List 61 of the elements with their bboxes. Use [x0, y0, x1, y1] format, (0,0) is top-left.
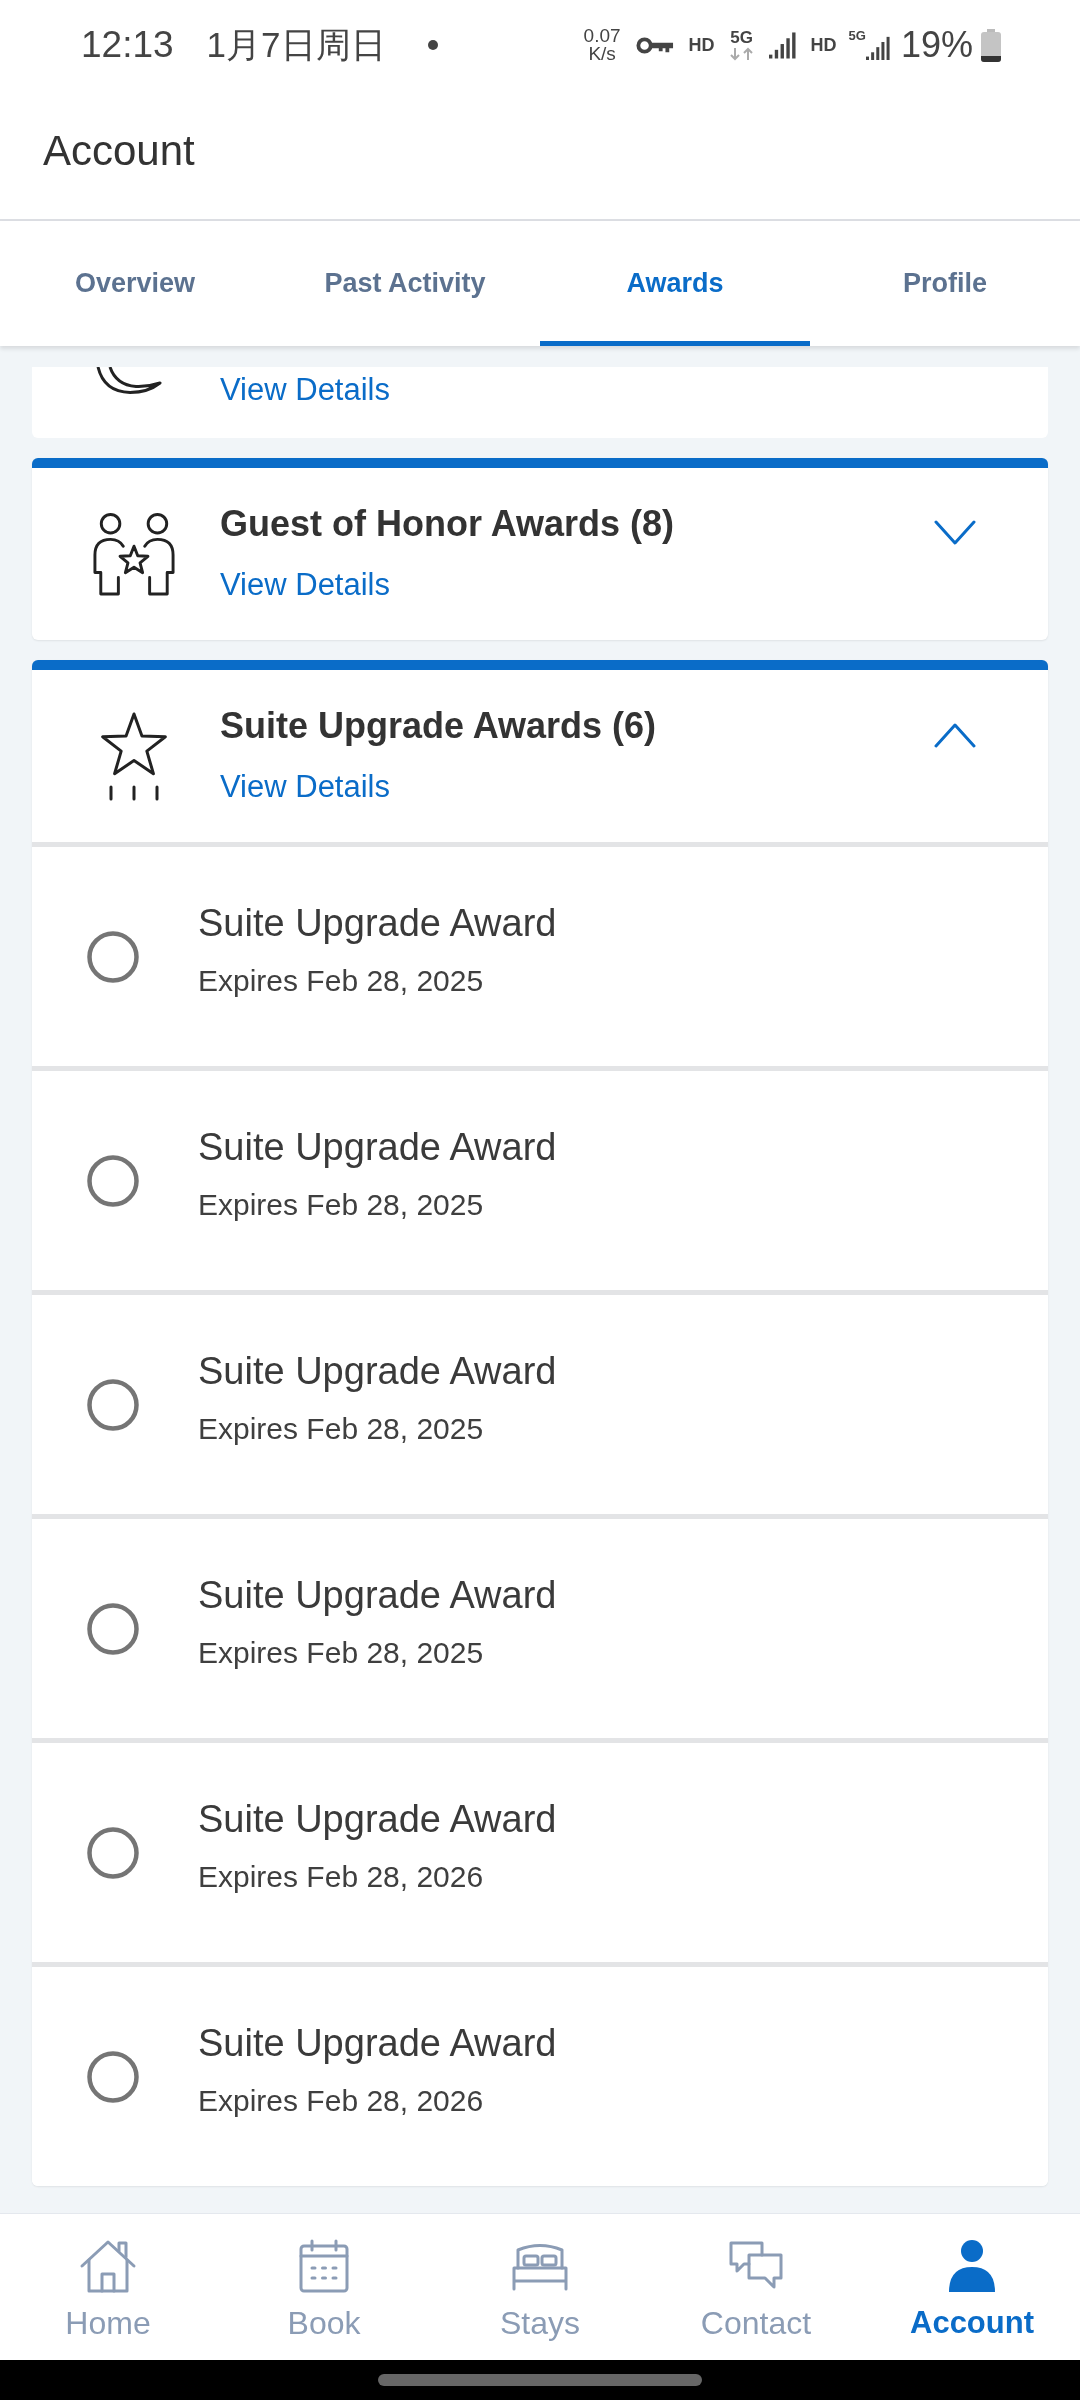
award-expiry: Expires Feb 28, 2025: [198, 1187, 484, 1223]
battery-icon: [981, 28, 1001, 62]
award-expiry: Expires Feb 28, 2026: [198, 2083, 484, 2119]
award-item[interactable]: Suite Upgrade Award Expires Feb 28, 2025: [32, 1066, 1048, 1290]
award-expiry: Expires Feb 28, 2025: [198, 963, 484, 999]
award-name: Suite Upgrade Award: [198, 1349, 557, 1394]
award-item[interactable]: Suite Upgrade Award Expires Feb 28, 2025: [32, 842, 1048, 1066]
award-name: Suite Upgrade Award: [198, 1125, 557, 1170]
network-speed-unit: K/s: [588, 45, 616, 63]
radio-button[interactable]: [87, 1378, 139, 1431]
view-details-link[interactable]: View Details: [220, 370, 390, 410]
nav-item[interactable]: Account: [864, 2214, 1080, 2360]
chevron-up-icon[interactable]: [934, 722, 976, 748]
award-name: Suite Upgrade Award: [198, 1797, 557, 1842]
tab[interactable]: Overview: [0, 221, 270, 346]
network-speed: 0.07: [583, 27, 621, 45]
status-time: 12:13: [81, 24, 174, 66]
radio-button[interactable]: [87, 1154, 139, 1207]
radio-button[interactable]: [87, 1602, 139, 1655]
radio-button[interactable]: [87, 1826, 139, 1879]
award-item[interactable]: Suite Upgrade Award Expires Feb 28, 2026: [32, 1738, 1048, 1962]
network-type: 5G: [730, 29, 753, 47]
calendar-icon: [299, 2239, 349, 2293]
award-name: Suite Upgrade Award: [198, 901, 557, 946]
battery-percent: 19%: [900, 24, 973, 66]
radio-button[interactable]: [87, 930, 139, 983]
signal-icon: [768, 31, 796, 59]
home-icon: [79, 2239, 137, 2293]
key-icon: [635, 35, 674, 55]
hd-indicator: HD: [810, 34, 837, 56]
network-type: 5G: [848, 29, 866, 43]
page-title: Account: [43, 126, 195, 175]
award-item[interactable]: Suite Upgrade Award Expires Feb 28, 2025: [32, 1514, 1048, 1738]
nav-item[interactable]: Contact: [648, 2214, 864, 2360]
star-icon: [100, 711, 168, 801]
notification-dot-icon: [427, 40, 438, 50]
moon-icon: [96, 367, 162, 394]
people-star-icon: [90, 512, 178, 596]
view-details-link[interactable]: View Details: [220, 565, 390, 605]
award-expiry: Expires Feb 28, 2026: [198, 1859, 484, 1895]
status-date: 1月7日周日: [206, 23, 386, 66]
award-name: Suite Upgrade Award: [198, 1573, 557, 1618]
nav-item[interactable]: Book: [216, 2214, 432, 2360]
tab[interactable]: Profile: [810, 221, 1080, 346]
award-name: Suite Upgrade Award: [198, 2021, 557, 2066]
award-item[interactable]: Suite Upgrade Award Expires Feb 28, 2025: [32, 1290, 1048, 1514]
signal-icon: [865, 35, 890, 61]
hd-indicator: HD: [688, 34, 715, 56]
nav-item[interactable]: Stays: [432, 2214, 648, 2360]
view-details-link[interactable]: View Details: [220, 767, 390, 807]
radio-button[interactable]: [87, 2050, 139, 2103]
data-arrows-icon: [728, 47, 755, 61]
nav-item[interactable]: Home: [0, 2214, 216, 2360]
award-expiry: Expires Feb 28, 2025: [198, 1635, 484, 1671]
award-expiry: Expires Feb 28, 2025: [198, 1411, 484, 1447]
award-group-title: Suite Upgrade Awards (6): [220, 705, 657, 747]
person-icon: [947, 2239, 997, 2293]
award-group-title: Guest of Honor Awards (8): [220, 503, 675, 545]
award-item[interactable]: Suite Upgrade Award Expires Feb 28, 2026: [32, 1962, 1048, 2186]
tab[interactable]: Past Activity: [270, 221, 540, 346]
chevron-down-icon[interactable]: [934, 520, 976, 546]
